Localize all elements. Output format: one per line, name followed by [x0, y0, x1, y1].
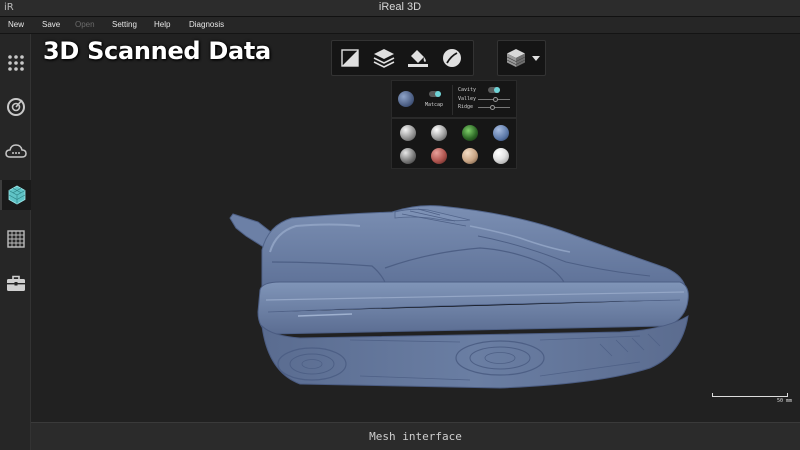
matcap-swatch-gray[interactable]: [400, 148, 416, 164]
matcap-label: Matcap: [425, 102, 444, 108]
cavity-label: Cavity: [458, 87, 477, 93]
menu-bar: New Save Open Setting Help Diagnosis: [0, 17, 800, 34]
tool-layers[interactable]: [372, 46, 396, 70]
shaded-cube-icon: [506, 49, 526, 67]
chevron-down-icon: [532, 56, 540, 61]
menu-save[interactable]: Save: [42, 20, 60, 29]
ridge-slider[interactable]: [478, 105, 510, 110]
sidebar-item-cloud[interactable]: [0, 136, 31, 166]
sidebar-item-scan[interactable]: [0, 92, 31, 122]
menu-help[interactable]: Help: [154, 20, 170, 29]
matcap-swatch-green[interactable]: [462, 125, 478, 141]
menu-setting[interactable]: Setting: [112, 20, 137, 29]
matcap-library-panel: [391, 118, 517, 169]
sidebar-item-matrix[interactable]: [0, 224, 31, 254]
render-settings-panel: Matcap Cavity Valley Ridge: [391, 80, 517, 118]
grid-matrix-icon: [6, 230, 25, 248]
window-title: iReal 3D: [378, 1, 422, 13]
tool-paint-bucket[interactable]: [406, 46, 430, 70]
sidebar-item-grid[interactable]: [0, 48, 31, 78]
material-icon: [443, 49, 461, 67]
overlay-caption: 3D Scanned Data: [43, 37, 271, 65]
valley-slider[interactable]: [478, 97, 510, 102]
matcap-swatch-red[interactable]: [431, 148, 447, 164]
paint-bucket-icon: [408, 50, 428, 67]
valley-label: Valley: [458, 96, 477, 102]
matcap-toggle[interactable]: [429, 91, 441, 97]
scan-target-icon: [6, 98, 25, 116]
sidebar-item-mesh[interactable]: [0, 180, 31, 210]
matcap-swatch-blue[interactable]: [493, 125, 509, 141]
title-bar: iR iReal 3D: [0, 0, 800, 17]
menu-diagnosis[interactable]: Diagnosis: [189, 20, 224, 29]
triangle-mesh-icon: [341, 49, 359, 67]
matcap-swatch-white[interactable]: [493, 148, 509, 164]
render-toolbar: [331, 40, 474, 76]
matcap-swatch-silver[interactable]: [400, 125, 416, 141]
current-matcap-swatch[interactable]: [398, 91, 414, 107]
tool-triangle-mesh[interactable]: [338, 46, 362, 70]
mesh-cube-icon: [8, 185, 25, 205]
tool-material[interactable]: [440, 46, 464, 70]
view-mode-dropdown[interactable]: [497, 40, 546, 76]
menu-new[interactable]: New: [8, 20, 24, 29]
sidebar-item-toolbox[interactable]: [0, 268, 31, 298]
panel-divider: [452, 85, 453, 115]
cloud-icon: [4, 144, 27, 158]
scale-bar-label: 50 mm: [776, 398, 792, 404]
toolbox-icon: [6, 275, 25, 291]
grid-dots-icon: [7, 55, 24, 71]
status-text: Mesh interface: [369, 430, 462, 443]
scale-bar: [712, 393, 788, 397]
layers-icon: [373, 49, 395, 68]
matcap-swatch-chrome[interactable]: [431, 125, 447, 141]
matcap-swatch-skin[interactable]: [462, 148, 478, 164]
cavity-toggle[interactable]: [488, 87, 500, 93]
left-sidebar: [0, 34, 31, 450]
ridge-label: Ridge: [458, 104, 474, 110]
menu-open[interactable]: Open: [75, 20, 95, 29]
status-bar: Mesh interface: [31, 422, 800, 450]
